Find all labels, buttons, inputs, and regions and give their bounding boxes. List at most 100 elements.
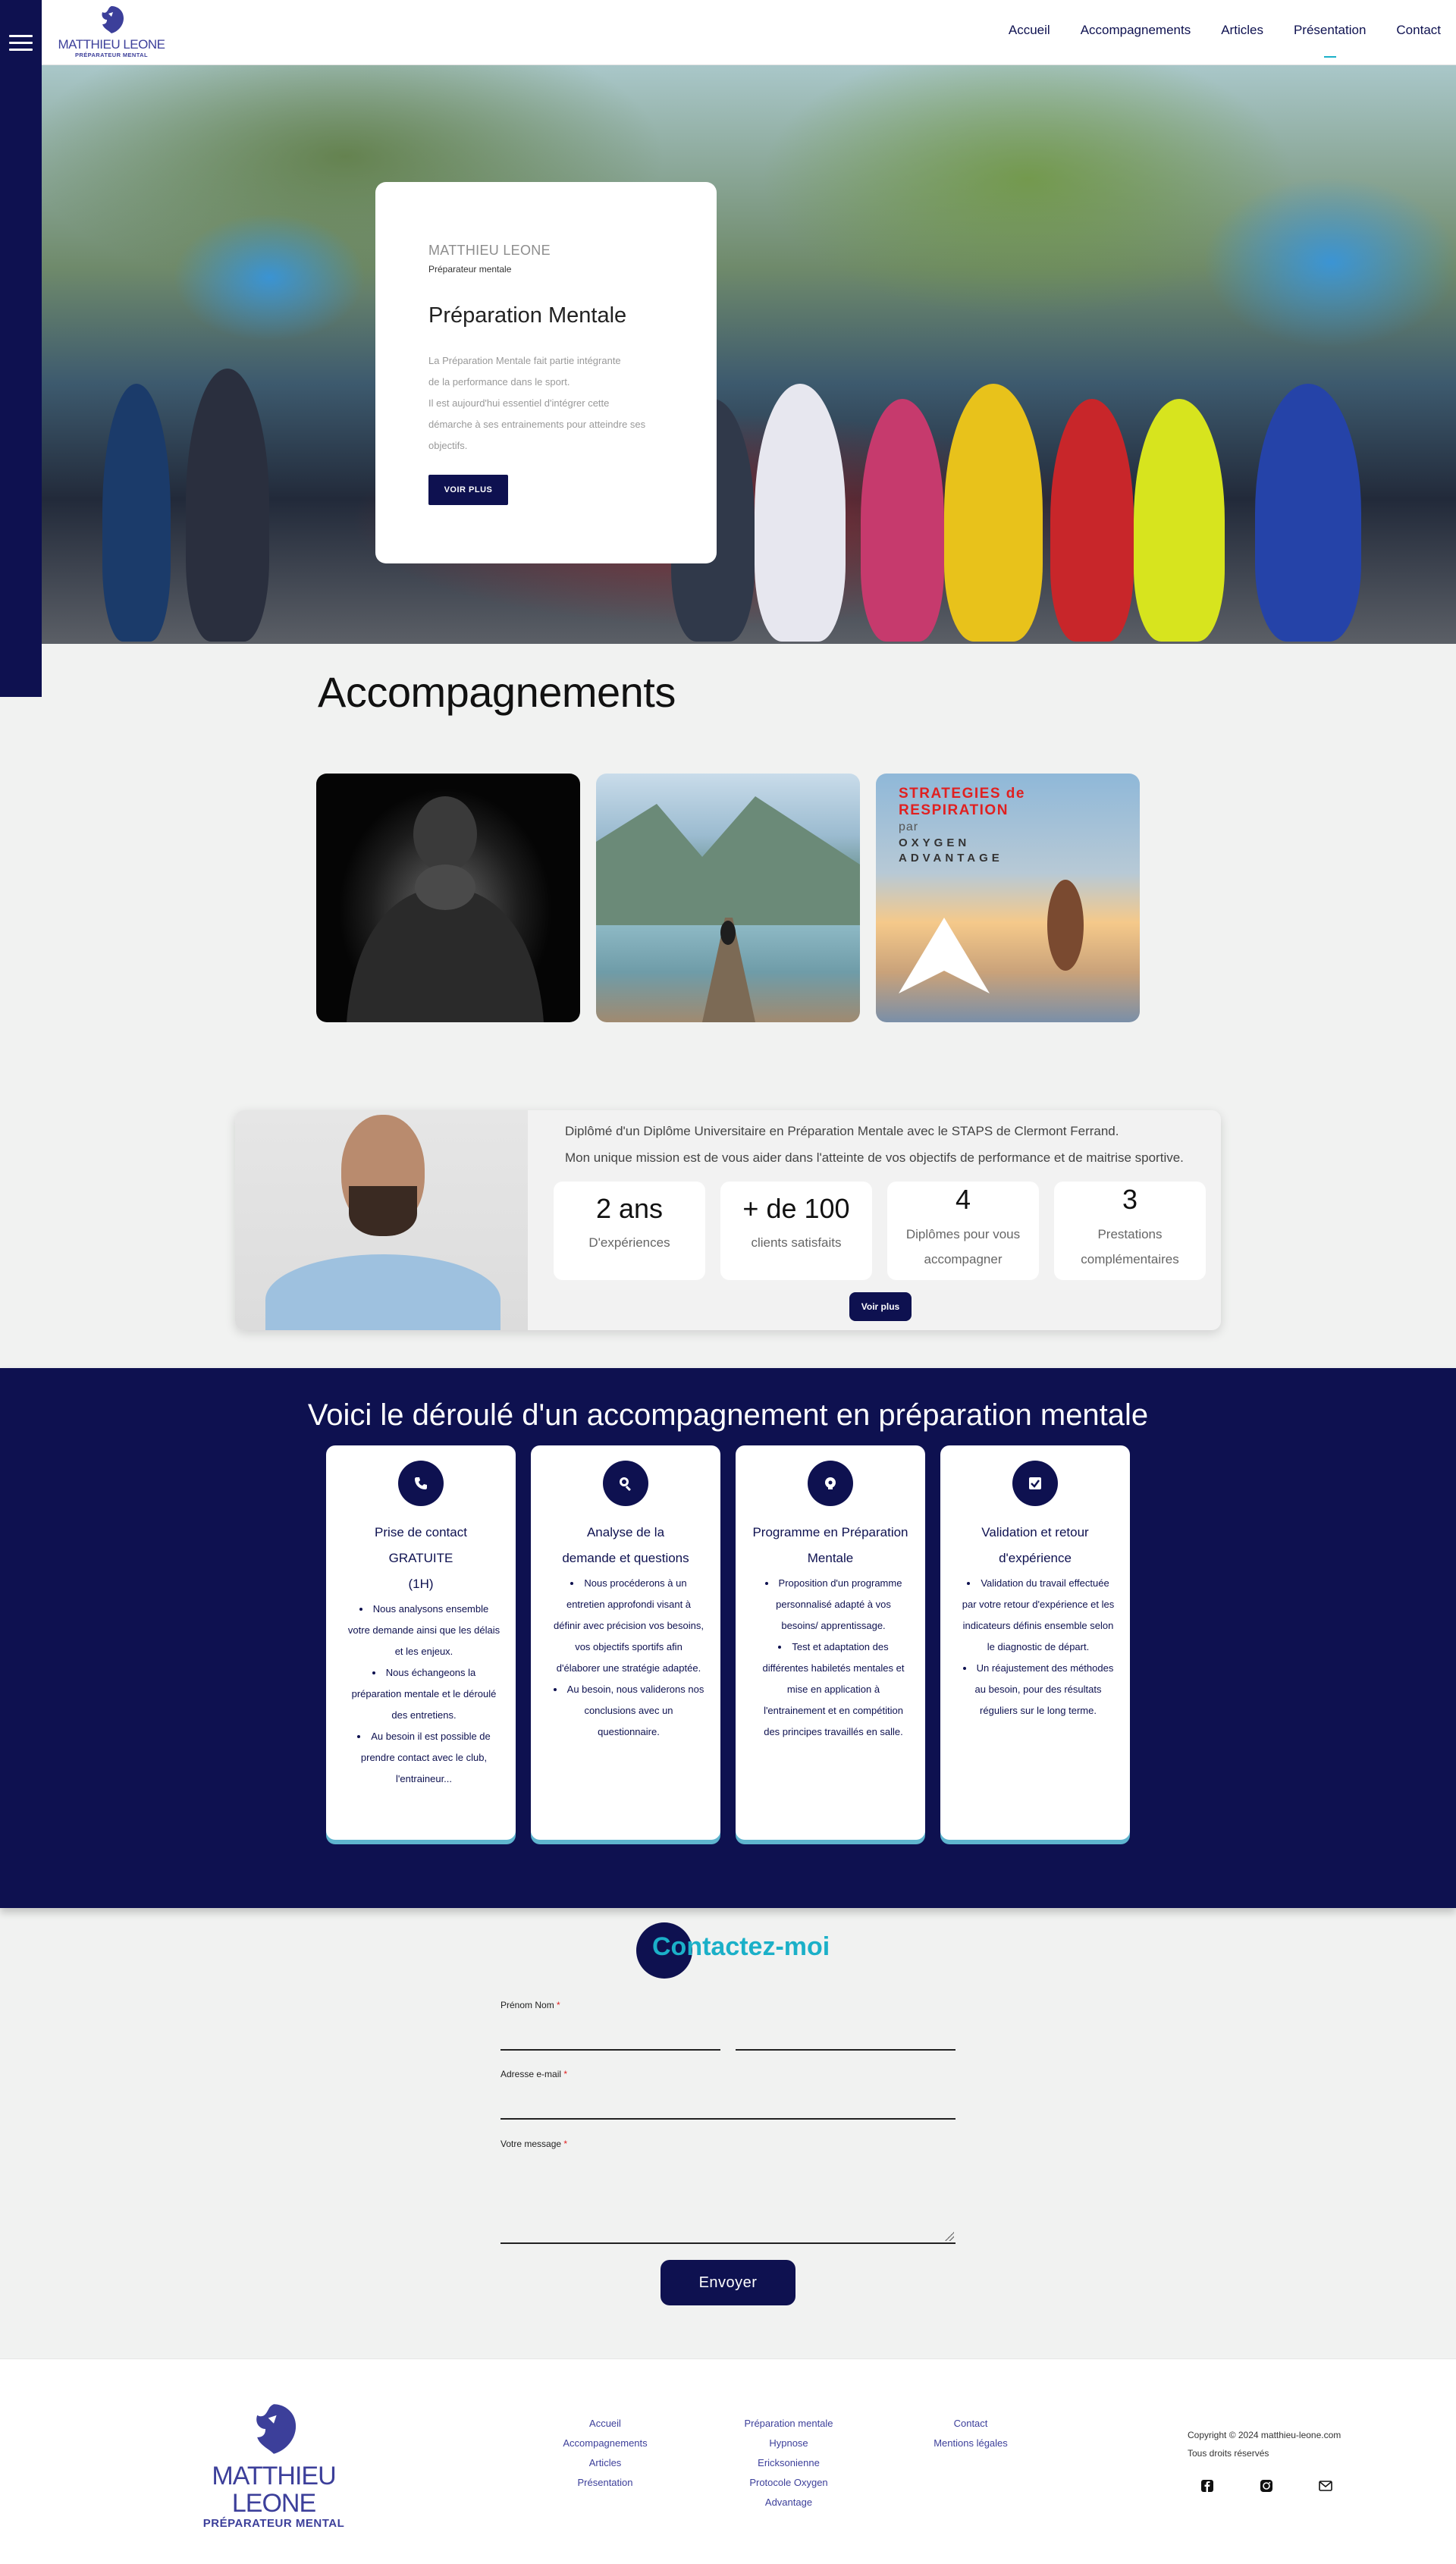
- hero-desc-line: objectifs.: [428, 440, 468, 451]
- stat-label-2: accompagner: [924, 1252, 1003, 1266]
- send-button[interactable]: Envoyer: [661, 2260, 795, 2305]
- nav-accueil[interactable]: Accueil: [1009, 23, 1050, 38]
- footer-link-articles[interactable]: Articles: [560, 2453, 651, 2473]
- step-list: Nous procéderons à un entretien approfon…: [552, 1573, 705, 1743]
- stat-label: D'expériences: [588, 1235, 670, 1250]
- step-card-programme: Programme en Préparation Mentale Proposit…: [736, 1445, 925, 1840]
- footer-link-mentions[interactable]: Mentions légales: [925, 2434, 1016, 2453]
- step-title: Prise de contact GRATUITE (1H): [341, 1520, 500, 1597]
- profile-voir-plus-button[interactable]: Voir plus: [849, 1292, 912, 1321]
- copyright-text: Copyright © 2024 matthieu-leone.com: [1188, 2430, 1341, 2440]
- stat-clients: + de 100 clients satisfaits: [720, 1182, 872, 1280]
- hero-title: Préparation Mentale: [428, 303, 627, 328]
- email-label-text: Adresse e-mail: [500, 2069, 562, 2079]
- footer-logo[interactable]: MATTHIEU LEONE PRÉPARATEUR MENTAL: [171, 2399, 376, 2530]
- stat-label: Diplômes pour vous: [905, 1227, 1021, 1241]
- name-label-text: Prénom Nom: [500, 2000, 554, 2010]
- email-icon[interactable]: [1317, 2478, 1334, 2494]
- step-title-line: Validation et retour: [981, 1525, 1089, 1539]
- step-title-line: (1H): [408, 1577, 434, 1591]
- stat-label: clients satisfaits: [751, 1235, 842, 1250]
- facebook-icon[interactable]: [1199, 2478, 1216, 2494]
- step-list-item: Nous échangeons la préparation mentale e…: [347, 1662, 500, 1726]
- message-label-text: Votre message: [500, 2139, 562, 2149]
- process-title: Voici le déroulé d'un accompagnement en …: [307, 1398, 1149, 1432]
- footer-col-services: Préparation mentale Hypnose Ericksonienn…: [736, 2414, 842, 2512]
- hamburger-menu-icon[interactable]: [9, 35, 33, 55]
- nav-accompagnements[interactable]: Accompagnements: [1081, 23, 1191, 38]
- instagram-icon[interactable]: [1258, 2478, 1275, 2494]
- brain-icon: [808, 1461, 853, 1506]
- last-name-input[interactable]: [736, 2049, 956, 2051]
- first-name-input[interactable]: [500, 2049, 720, 2051]
- check-icon: [1012, 1461, 1058, 1506]
- step-list-item: Au besoin il est possible de prendre con…: [347, 1726, 500, 1790]
- site-logo[interactable]: MATTHIEU LEONE PRÉPARATEUR MENTAL: [55, 3, 168, 62]
- hero-role: Préparateur mentale: [428, 264, 512, 275]
- rights-text: Tous droits réservés: [1188, 2448, 1269, 2459]
- footer-logo-name: MATTHIEU LEONE: [212, 2462, 336, 2518]
- stat-number: + de 100: [742, 1193, 850, 1224]
- footer-link-preparation[interactable]: Préparation mentale: [736, 2414, 842, 2434]
- footer-col-pages: Accueil Accompagnements Articles Présent…: [560, 2414, 651, 2493]
- profile-diploma-text: Diplômé d'un Diplôme Universitaire en Pr…: [565, 1124, 1119, 1138]
- copyright: Copyright © 2024 matthieu-leone.com Tous…: [1188, 2426, 1341, 2462]
- hero-description: La Préparation Mentale fait partie intég…: [428, 350, 664, 457]
- name-label: Prénom Nom *: [500, 2000, 560, 2010]
- footer-link-hypnose[interactable]: Hypnose: [736, 2434, 842, 2453]
- nav-presentation[interactable]: Présentation: [1294, 23, 1366, 58]
- step-list: Proposition d'un programme personnalisé …: [757, 1573, 910, 1743]
- accompagnement-card-hypnose[interactable]: [596, 774, 860, 1022]
- nav-articles[interactable]: Articles: [1221, 23, 1263, 38]
- step-title: Programme en Préparation Mentale: [751, 1520, 910, 1571]
- stat-number: 2 ans: [595, 1193, 664, 1224]
- hero-desc-line: de la performance dans le sport.: [428, 376, 570, 388]
- required-mark: *: [563, 2139, 568, 2149]
- footer-link-oxygen[interactable]: Protocole Oxygen: [736, 2473, 842, 2493]
- stat-prestations: 3 Prestations complémentaires: [1054, 1182, 1206, 1280]
- accompagnement-card-preparation[interactable]: [316, 774, 580, 1022]
- step-title-line: Prise de contact GRATUITE: [375, 1525, 467, 1565]
- runner-image: [899, 880, 1084, 993]
- accompagnement-card-oxygen-advantage[interactable]: STRATEGIES de RESPIRATION par OXYGEN ADV…: [876, 774, 1140, 1022]
- step-list-item: Test et adaptation des différentes habil…: [757, 1637, 910, 1743]
- nav-contact[interactable]: Contact: [1396, 23, 1441, 38]
- search-icon: [603, 1461, 648, 1506]
- footer-link-advantage[interactable]: Advantage: [736, 2493, 842, 2512]
- step-list-item: Un réajustement des méthodes au besoin, …: [962, 1658, 1115, 1721]
- lion-logo-icon: [102, 6, 124, 33]
- step-list: Validation du travail effectuée par votr…: [962, 1573, 1115, 1721]
- step-list-item: Nous analysons ensemble votre demande ai…: [347, 1599, 500, 1662]
- profile-mission-text: Mon unique mission est de vous aider dan…: [565, 1150, 1184, 1165]
- hero-voir-plus-button[interactable]: VOIR PLUS: [428, 475, 508, 505]
- hero-desc-line: démarche à ses entrainements pour attein…: [428, 419, 646, 430]
- lion-logo-icon: [256, 2404, 297, 2454]
- footer-link-accueil[interactable]: Accueil: [560, 2414, 651, 2434]
- hero-overline: MATTHIEU LEONE: [428, 243, 551, 258]
- step-list-item: Au besoin, nous validerons nos conclusio…: [552, 1679, 705, 1743]
- required-mark: *: [557, 2000, 560, 2010]
- side-menu-bar: [0, 0, 42, 697]
- hero-slider: MATTHIEU LEONE Préparateur mentale Prépa…: [42, 65, 1456, 644]
- footer-link-ericksonienne[interactable]: Ericksonienne: [736, 2453, 842, 2473]
- footer-link-contact[interactable]: Contact: [925, 2414, 1016, 2434]
- stat-label-2: complémentaires: [1081, 1252, 1179, 1266]
- resize-handle-icon[interactable]: [945, 2232, 954, 2241]
- logo-name: MATTHIEU LEONE: [58, 37, 165, 52]
- footer-link-presentation[interactable]: Présentation: [560, 2473, 651, 2493]
- stat-experience: 2 ans D'expériences: [554, 1182, 705, 1280]
- stat-number: 3: [1122, 1184, 1138, 1215]
- step-list: Nous analysons ensemble votre demande ai…: [347, 1599, 500, 1790]
- required-mark: *: [563, 2069, 568, 2079]
- process-section: Voici le déroulé d'un accompagnement en …: [0, 1368, 1456, 1908]
- email-input[interactable]: [500, 2118, 956, 2120]
- stat-number: 4: [955, 1184, 971, 1215]
- step-title: Analyse de la demande et questions: [546, 1520, 705, 1571]
- footer-link-accompagnements[interactable]: Accompagnements: [560, 2434, 651, 2453]
- profile-photo: [235, 1110, 528, 1330]
- hero-card: MATTHIEU LEONE Préparateur mentale Prépa…: [375, 182, 717, 563]
- site-footer: MATTHIEU LEONE PRÉPARATEUR MENTAL Accuei…: [0, 2358, 1456, 2564]
- message-textarea[interactable]: [500, 2167, 956, 2244]
- hero-desc-line: La Préparation Mentale fait partie intég…: [428, 355, 621, 366]
- email-label: Adresse e-mail *: [500, 2069, 567, 2079]
